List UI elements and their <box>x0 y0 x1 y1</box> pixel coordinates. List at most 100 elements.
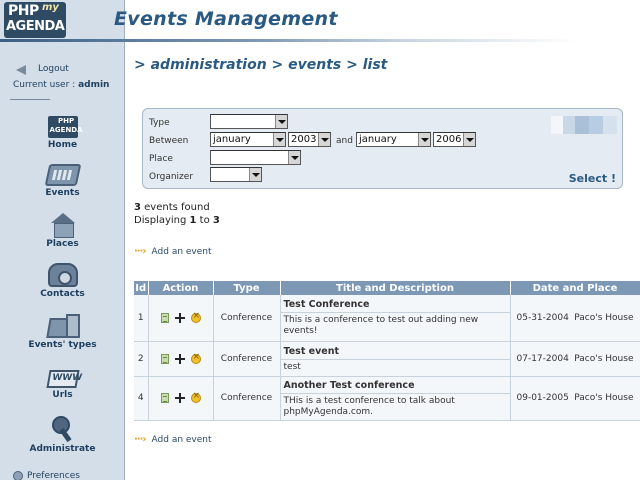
chevron-down-icon[interactable] <box>318 133 330 146</box>
table-row: 1 Conference Test Conference This is a c… <box>134 295 640 342</box>
events-found-text: events found <box>144 202 210 213</box>
sidebar-item-preferences[interactable]: Preferences <box>13 471 80 480</box>
chevron-down-icon[interactable] <box>418 133 430 146</box>
logout-label[interactable]: Logout <box>38 64 69 74</box>
current-user-name: admin <box>78 80 110 90</box>
event-title[interactable]: Test Conference <box>280 296 510 314</box>
chevron-down-icon[interactable] <box>275 115 287 128</box>
to-year-value: 2006 <box>436 134 462 145</box>
sidebar-item-places[interactable]: Places <box>0 213 125 249</box>
from-year-select[interactable]: 2003 <box>288 132 331 147</box>
sidebar-item-label[interactable]: Events' types <box>0 340 125 350</box>
edit-icon[interactable] <box>174 353 185 364</box>
chevron-down-icon[interactable] <box>463 133 475 146</box>
www-icon: WWW <box>45 370 82 388</box>
logo-php: PHP <box>8 3 39 19</box>
event-types-icon <box>46 314 80 338</box>
col-title[interactable]: Title and Description <box>280 281 511 295</box>
arrow-right-icon: ···› <box>134 246 146 257</box>
event-description: THis is a test conference to talk about … <box>283 395 455 417</box>
col-id[interactable]: Id <box>134 281 149 295</box>
sidebar-divider <box>10 99 50 100</box>
event-date: 05-31-2004 <box>516 312 569 323</box>
table-row: 2 Conference Test event test 07-17-2004 <box>134 341 640 377</box>
logo-agenda: AGENDA <box>6 19 65 34</box>
row-type: Conference <box>213 341 281 377</box>
chevron-down-icon[interactable] <box>288 151 300 164</box>
phone-icon <box>47 263 78 287</box>
to-month-value: january <box>359 134 397 145</box>
key-icon <box>50 416 76 442</box>
row-title-description: Test event test <box>280 341 511 377</box>
page: PHP my AGENDA Logout Current user : admi… <box>0 0 640 480</box>
type-select[interactable] <box>210 114 288 129</box>
sidebar-item-urls[interactable]: WWW Urls <box>0 366 125 400</box>
row-date-place: 07-17-2004 Paco's House <box>510 341 640 377</box>
sidebar-item-contacts[interactable]: Contacts <box>0 263 125 299</box>
add-event-label[interactable]: Add an event <box>152 435 212 445</box>
sidebar-item-label[interactable]: Contacts <box>0 289 125 299</box>
sidebar-item-label[interactable]: Home <box>0 140 125 150</box>
view-icon[interactable] <box>160 353 169 364</box>
type-label: Type <box>149 118 170 128</box>
table-row: 4 Conference Another Test conference THi… <box>134 376 640 421</box>
organizer-select[interactable] <box>210 167 262 182</box>
add-event-label[interactable]: Add an event <box>152 247 212 257</box>
add-event-link-bottom[interactable]: ···› Add an event <box>134 434 212 445</box>
chevron-down-icon[interactable] <box>249 168 261 181</box>
to-month-select[interactable]: january <box>356 132 431 147</box>
col-type[interactable]: Type <box>213 281 281 295</box>
logout-link[interactable]: Logout <box>14 62 69 76</box>
logo-my: my <box>42 2 59 13</box>
chevron-down-icon[interactable] <box>273 133 285 146</box>
place-label: Place <box>149 154 173 164</box>
between-label: Between <box>149 136 189 146</box>
event-place: Paco's House <box>574 353 634 364</box>
edit-icon[interactable] <box>174 312 185 323</box>
edit-icon[interactable] <box>174 393 185 403</box>
sidebar-item-events-types[interactable]: Events' types <box>0 314 125 350</box>
row-actions <box>148 376 214 421</box>
place-select[interactable] <box>210 150 301 165</box>
results-summary: 3 events found Displaying 1 to 3 <box>134 201 220 227</box>
sidebar-item-events[interactable]: Events <box>0 164 125 198</box>
range-from: 1 <box>189 215 197 226</box>
event-description: This is a conference to test out adding … <box>283 315 479 337</box>
sidebar-item-label[interactable]: Administrate <box>0 444 125 454</box>
event-description: test <box>283 361 301 372</box>
delete-icon[interactable] <box>190 391 201 403</box>
event-title[interactable]: Test event <box>280 343 510 360</box>
event-title[interactable]: Another Test conference <box>280 377 510 394</box>
page-title: Events Management <box>114 8 338 30</box>
breadcrumb: > administration > events > list <box>134 57 388 73</box>
preferences-label[interactable]: Preferences <box>27 471 80 480</box>
row-actions <box>148 295 214 342</box>
sidebar-item-administrate[interactable]: Administrate <box>0 416 125 454</box>
events-count: 3 <box>134 202 141 213</box>
app-logo[interactable]: PHP my AGENDA <box>4 2 66 38</box>
from-month-select[interactable]: january <box>210 132 286 147</box>
view-icon[interactable] <box>160 312 169 323</box>
sidebar-item-label[interactable]: Places <box>0 239 125 249</box>
event-place: Paco's House <box>574 312 634 323</box>
sidebar-item-label[interactable]: Urls <box>0 390 125 400</box>
sidebar: PHP my AGENDA Logout Current user : admi… <box>0 0 125 480</box>
add-event-link-top[interactable]: ···› Add an event <box>134 246 212 257</box>
sidebar-item-home[interactable]: PHP AGENDA Home <box>0 114 125 150</box>
events-table: Id Action Type Title and Description Dat… <box>134 281 640 421</box>
sidebar-item-label[interactable]: Events <box>0 188 125 198</box>
view-icon[interactable] <box>160 393 169 403</box>
delete-icon[interactable] <box>190 311 201 323</box>
to-year-select[interactable]: 2006 <box>433 132 476 147</box>
current-user: Current user : admin <box>13 80 109 90</box>
header-rule <box>0 39 576 42</box>
preferences-icon <box>13 471 23 480</box>
from-year-value: 2003 <box>291 134 317 145</box>
col-date-place[interactable]: Date and Place <box>510 281 640 295</box>
event-date: 07-17-2004 <box>516 353 569 364</box>
current-user-label: Current user : <box>13 80 76 90</box>
arrow-right-icon: ···› <box>134 434 146 445</box>
select-button[interactable]: Select ! <box>569 172 616 185</box>
pixelated-decoration <box>551 116 617 134</box>
delete-icon[interactable] <box>190 352 201 364</box>
